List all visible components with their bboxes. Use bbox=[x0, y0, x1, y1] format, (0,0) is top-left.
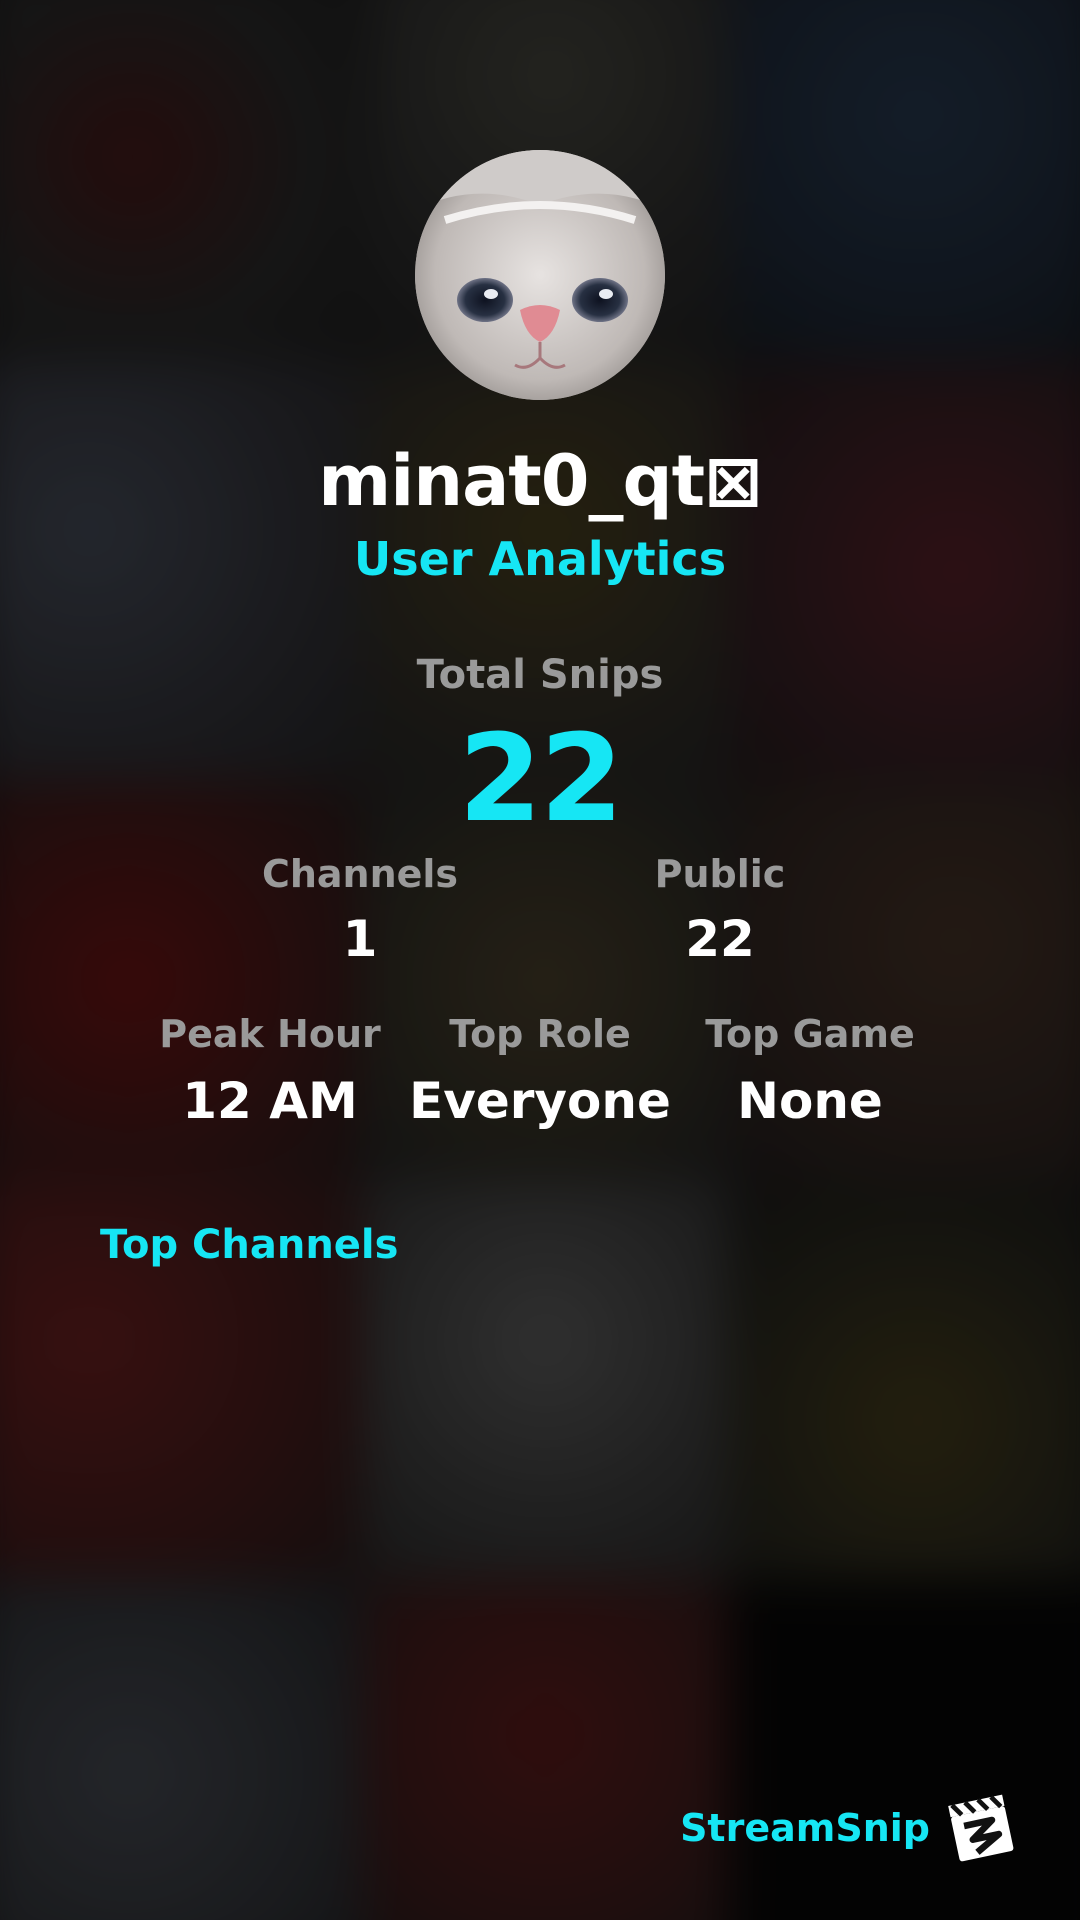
analytics-card: minat0_qt⊠ User Analytics Total Snips 22… bbox=[0, 0, 1080, 1920]
peak-hour-label: Peak Hour bbox=[159, 1012, 381, 1056]
clapperboard-icon bbox=[944, 1790, 1020, 1866]
public-label: Public bbox=[654, 852, 786, 896]
avatar bbox=[415, 150, 665, 400]
channels-label: Channels bbox=[261, 852, 459, 896]
top-role-label: Top Role bbox=[449, 1012, 631, 1056]
top-game-label: Top Game bbox=[705, 1012, 915, 1056]
public-value: 22 bbox=[685, 910, 755, 968]
brand-footer: StreamSnip bbox=[680, 1790, 1020, 1866]
total-snips-label: Total Snips bbox=[416, 652, 664, 698]
cat-avatar-image bbox=[415, 150, 665, 400]
total-snips-value: 22 bbox=[458, 710, 624, 849]
brand-name: StreamSnip bbox=[680, 1806, 930, 1850]
peak-hour-value: 12 AM bbox=[182, 1072, 358, 1130]
top-game-value: None bbox=[737, 1072, 883, 1130]
top-channels-heading: Top Channels bbox=[100, 1222, 399, 1268]
channels-value: 1 bbox=[342, 910, 378, 968]
username: minat0_qt⊠ bbox=[318, 440, 762, 522]
page-subtitle: User Analytics bbox=[353, 532, 727, 586]
top-role-value: Everyone bbox=[409, 1072, 671, 1130]
